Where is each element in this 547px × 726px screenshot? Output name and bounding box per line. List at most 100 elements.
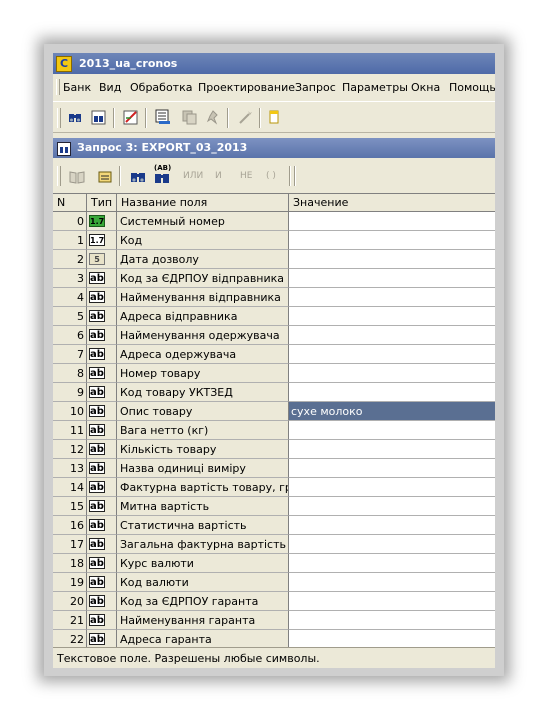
text-type-icon: ab — [89, 538, 105, 550]
table-row[interactable]: 19 ab Код валюти — [53, 573, 495, 592]
title-bar[interactable]: C 2013_ua_cronos — [53, 53, 495, 74]
text-type-icon: ab — [89, 291, 105, 303]
table-row[interactable]: 22 ab Адреса гаранта — [53, 630, 495, 647]
field-value-input[interactable] — [289, 535, 495, 554]
query-window-title: Запрос 3: EXPORT_03_2013 — [77, 141, 248, 154]
field-name: Адреса відправника — [117, 307, 289, 326]
field-value-input[interactable] — [289, 554, 495, 573]
row-type-cell: ab — [87, 478, 117, 497]
table-row[interactable]: 12 ab Кількість товару — [53, 440, 495, 459]
table-row[interactable]: 11 ab Вага нетто (кг) — [53, 421, 495, 440]
menu-grip[interactable] — [56, 79, 60, 95]
table-row[interactable]: 18 ab Курс валюти — [53, 554, 495, 573]
field-name: Адреса одержувача — [117, 345, 289, 364]
or-button[interactable]: ИЛИ — [183, 171, 203, 181]
field-value-input[interactable] — [289, 573, 495, 592]
table-row[interactable]: 4 ab Найменування відправника — [53, 288, 495, 307]
table-row[interactable]: 7 ab Адреса одержувача — [53, 345, 495, 364]
table-row[interactable]: 13 ab Назва одиниці виміру — [53, 459, 495, 478]
field-value-input[interactable] — [289, 307, 495, 326]
table-row[interactable]: 16 ab Статистична вартість — [53, 516, 495, 535]
field-value-input[interactable] — [289, 611, 495, 630]
table-row[interactable]: 9 ab Код товару УКТЗЕД — [53, 383, 495, 402]
table-row[interactable]: 20 ab Код за ЄДРПОУ гаранта — [53, 592, 495, 611]
app-window: C 2013_ua_cronos Банк Вид Обработка Прое… — [53, 53, 495, 668]
field-value-input[interactable] — [289, 421, 495, 440]
row-type-cell: ab — [87, 326, 117, 345]
column-header-field[interactable]: Название поля — [117, 194, 289, 212]
menu-query[interactable]: Запрос — [295, 81, 336, 94]
row-number: 4 — [53, 288, 87, 307]
field-value-input[interactable]: сухе молоко — [289, 402, 495, 421]
row-number: 16 — [53, 516, 87, 535]
row-type-cell: ab — [87, 269, 117, 288]
field-value-input[interactable] — [289, 212, 495, 231]
field-value-input[interactable] — [289, 250, 495, 269]
field-value-input[interactable] — [289, 459, 495, 478]
menu-view[interactable]: Вид — [99, 81, 121, 94]
menu-design[interactable]: Проектирование — [198, 81, 295, 94]
field-name: Найменування одержувача — [117, 326, 289, 345]
field-value-input[interactable] — [289, 288, 495, 307]
menu-help[interactable]: Помощь — [449, 81, 495, 94]
column-header-type[interactable]: Тип — [87, 194, 117, 212]
table-row[interactable]: 15 ab Митна вартість — [53, 497, 495, 516]
menu-processing[interactable]: Обработка — [130, 81, 192, 94]
table-row[interactable]: 3 ab Код за ЄДРПОУ відправника — [53, 269, 495, 288]
table-row[interactable]: 2 5 Дата дозволу — [53, 250, 495, 269]
table-row[interactable]: 10 ab Опис товару сухе молоко — [53, 402, 495, 421]
report-icon[interactable] — [155, 109, 171, 125]
scroll-icon[interactable] — [97, 169, 113, 185]
row-number: 20 — [53, 592, 87, 611]
table-row[interactable]: 8 ab Номер товару — [53, 364, 495, 383]
field-value-input[interactable] — [289, 592, 495, 611]
field-value-input[interactable] — [289, 364, 495, 383]
binoculars-icon[interactable] — [67, 109, 83, 125]
open-book-icon[interactable] — [69, 169, 85, 185]
magic-icon[interactable] — [237, 109, 253, 125]
field-value-input[interactable] — [289, 516, 495, 535]
copy-icon[interactable] — [181, 109, 197, 125]
table-row[interactable]: 1 1.7 Код — [53, 231, 495, 250]
field-value-input[interactable] — [289, 231, 495, 250]
table-row[interactable]: 0 1.7 Системный номер — [53, 212, 495, 231]
menu-windows[interactable]: Окна — [411, 81, 440, 94]
parentheses-button[interactable]: ( ) — [266, 171, 276, 181]
field-value-input[interactable] — [289, 345, 495, 364]
pin-icon[interactable] — [205, 109, 221, 125]
menu-parameters[interactable]: Параметры — [342, 81, 408, 94]
table-row[interactable]: 17 ab Загальна фактурна вартість — [53, 535, 495, 554]
field-value-input[interactable] — [289, 440, 495, 459]
field-value-input[interactable] — [289, 269, 495, 288]
field-name: Код за ЄДРПОУ відправника — [117, 269, 289, 288]
query-toolbar-grip[interactable] — [57, 166, 61, 186]
status-text: Текстовое поле. Разрешены любые символы. — [57, 652, 320, 665]
table-row[interactable]: 14 ab Фактурна вартість товару, грн — [53, 478, 495, 497]
field-name: Вага нетто (кг) — [117, 421, 289, 440]
row-type-cell: ab — [87, 288, 117, 307]
edit-pencil-icon[interactable] — [123, 109, 139, 125]
find-binoculars-icon[interactable] — [130, 169, 146, 185]
text-type-icon: ab — [89, 386, 105, 398]
note-icon[interactable] — [269, 109, 279, 125]
field-value-input[interactable] — [289, 383, 495, 402]
text-type-icon: ab — [89, 576, 105, 588]
field-value-input[interactable] — [289, 630, 495, 647]
field-value-input[interactable] — [289, 326, 495, 345]
table-row[interactable]: 6 ab Найменування одержувача — [53, 326, 495, 345]
find-ab-icon[interactable]: (AB) — [153, 164, 173, 186]
toolbar-grip[interactable] — [57, 108, 61, 128]
field-value-input[interactable] — [289, 497, 495, 516]
binoculars-page-icon[interactable] — [91, 109, 107, 125]
not-button[interactable]: НЕ — [240, 171, 252, 181]
table-row[interactable]: 5 ab Адреса відправника — [53, 307, 495, 326]
and-button[interactable]: И — [215, 171, 222, 181]
table-row[interactable]: 21 ab Найменування гаранта — [53, 611, 495, 630]
menu-bank[interactable]: Банк — [63, 81, 91, 94]
toolbar-separator — [145, 108, 147, 128]
field-value-input[interactable] — [289, 478, 495, 497]
column-header-n[interactable]: N — [53, 194, 87, 212]
text-type-icon: ab — [89, 481, 105, 493]
query-window-titlebar[interactable]: Запрос 3: EXPORT_03_2013 — [53, 138, 495, 158]
column-header-value[interactable]: Значение — [289, 194, 495, 212]
